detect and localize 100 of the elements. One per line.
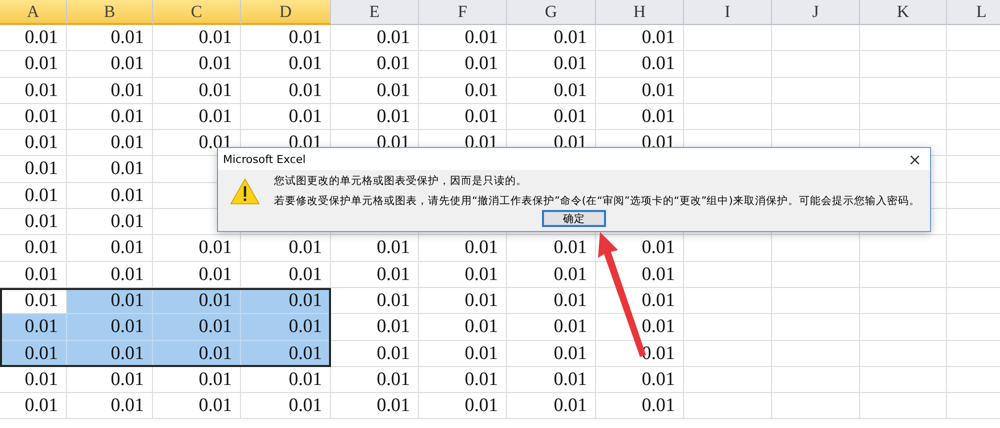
- table-cell: 0.01: [241, 314, 331, 341]
- column-header[interactable]: L: [947, 0, 1000, 25]
- column-header[interactable]: G: [507, 0, 596, 25]
- table-cell: 0.01: [507, 78, 596, 104]
- table-cell: 0.01: [241, 78, 331, 104]
- table-cell: 0.01: [67, 25, 153, 52]
- table-cell: 0.01: [67, 393, 153, 420]
- table-cell: 0.01: [507, 262, 596, 288]
- column-header[interactable]: D: [241, 0, 331, 25]
- table-cell: 0.01: [153, 78, 241, 104]
- table-cell: 0.01: [67, 130, 153, 156]
- table-cell: 0.01: [153, 25, 241, 52]
- table-cell: 0.01: [419, 51, 507, 78]
- table-cell: 0.01: [419, 25, 507, 52]
- table-cell: 0.01: [419, 366, 507, 394]
- table-cell: 0.01: [419, 314, 507, 341]
- table-cell: 0.01: [507, 314, 596, 341]
- table-cell: 0.01: [241, 393, 331, 420]
- table-cell: 0.01: [67, 51, 153, 78]
- table-cell: 0.01: [67, 156, 153, 183]
- table-cell: 0.01: [67, 209, 153, 236]
- table-cell: 0.01: [241, 366, 331, 394]
- table-cell: 0.01: [153, 235, 241, 262]
- table-cell: 0.01: [67, 235, 153, 262]
- table-cell: 0.01: [331, 262, 419, 288]
- table-cell: 0.01: [241, 51, 331, 78]
- table-cell: 0.01: [0, 25, 67, 52]
- table-cell: 0.01: [67, 340, 153, 367]
- table-cell: 0.01: [331, 235, 419, 262]
- table-cell: 0.01: [153, 340, 241, 367]
- table-cell: 0.01: [0, 366, 67, 394]
- table-cell: 0.01: [419, 235, 507, 262]
- table-cell: 0.01: [0, 340, 67, 367]
- column-header[interactable]: E: [331, 0, 419, 25]
- table-cell: 0.01: [241, 262, 331, 288]
- table-cell: 0.01: [153, 104, 241, 130]
- column-header[interactable]: H: [596, 0, 684, 25]
- table-cell: 0.01: [507, 366, 596, 394]
- table-cell: 0.01: [153, 314, 241, 341]
- table-cell: 0.01: [241, 25, 331, 52]
- table-cell: 0.01: [419, 288, 507, 314]
- table-cell: 0.01: [596, 393, 684, 420]
- table-cell: 0.01: [507, 104, 596, 130]
- table-cell: 0.01: [153, 51, 241, 78]
- table-cell: 0.01: [331, 25, 419, 52]
- ok-button[interactable]: 确定: [542, 210, 606, 227]
- column-header[interactable]: A: [0, 0, 67, 25]
- table-cell: 0.01: [0, 182, 67, 210]
- table-cell: 0.01: [507, 51, 596, 78]
- table-cell: 0.01: [331, 104, 419, 130]
- column-header[interactable]: K: [860, 0, 947, 25]
- dialog-message: 若要修改受保护单元格或图表，请先使用“撤消工作表保护”命令(在“审阅”选项卡的“更改”组中)来取消保护。可能会提示您输入密码。: [274, 194, 920, 208]
- table-cell: 0.01: [67, 104, 153, 130]
- table-cell: 0.01: [153, 262, 241, 288]
- table-cell: 0.01: [331, 51, 419, 78]
- table-cell: 0.01: [419, 78, 507, 104]
- table-cell: 0.01: [596, 104, 684, 130]
- table-cell: 0.01: [596, 78, 684, 104]
- table-cell: 0.01: [331, 288, 419, 314]
- table-cell: 0.01: [67, 262, 153, 288]
- table-cell: 0.01: [507, 288, 596, 314]
- table-cell: 0.01: [507, 340, 596, 367]
- table-cell: 0.01: [419, 104, 507, 130]
- table-cell: 0.01: [0, 104, 67, 130]
- table-cell: 0.01: [0, 262, 67, 288]
- table-cell: 0.01: [507, 235, 596, 262]
- table-cell: 0.01: [507, 25, 596, 52]
- table-cell: 0.01: [153, 366, 241, 394]
- table-cell: 0.01: [419, 393, 507, 420]
- table-cell: 0.01: [331, 366, 419, 394]
- table-cell: 0.01: [241, 104, 331, 130]
- table-cell: 0.01: [0, 209, 67, 236]
- table-cell: 0.01: [241, 340, 331, 367]
- table-cell: 0.01: [596, 51, 684, 78]
- table-cell: 0.01: [67, 314, 153, 341]
- dialog-message: 您试图更改的单元格或图表受保护，因而是只读的。: [274, 174, 528, 188]
- table-cell: 0.01: [0, 78, 67, 104]
- table-cell: 0.01: [419, 340, 507, 367]
- column-header[interactable]: I: [684, 0, 772, 25]
- table-cell: 0.01: [596, 366, 684, 394]
- table-cell: 0.01: [0, 130, 67, 156]
- close-button[interactable]: ×: [900, 148, 930, 170]
- table-cell: 0.01: [0, 393, 67, 420]
- table-cell: 0.01: [0, 314, 67, 341]
- table-cell: 0.01: [507, 393, 596, 420]
- column-header[interactable]: C: [153, 0, 241, 25]
- warning-icon: [230, 178, 260, 204]
- table-cell: 0.01: [153, 393, 241, 420]
- table-cell: 0.01: [241, 235, 331, 262]
- table-cell: 0.01: [0, 51, 67, 78]
- column-header[interactable]: B: [67, 0, 153, 25]
- table-cell: 0.01: [331, 78, 419, 104]
- table-cell: 0.01: [0, 235, 67, 262]
- table-cell: 0.01: [67, 182, 153, 210]
- table-cell: 0.01: [596, 25, 684, 52]
- table-cell: 0.01: [331, 340, 419, 367]
- table-cell: 0.01: [67, 78, 153, 104]
- table-cell: 0.01: [419, 262, 507, 288]
- column-header[interactable]: J: [772, 0, 860, 25]
- column-header[interactable]: F: [419, 0, 507, 25]
